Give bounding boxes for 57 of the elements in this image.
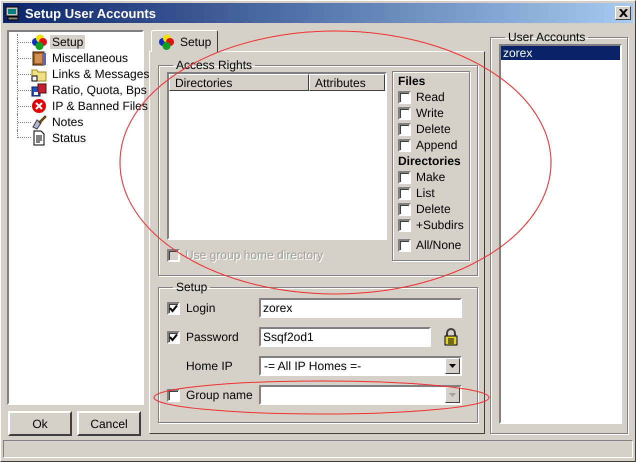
checkbox-label: Append <box>416 138 458 152</box>
checkbox[interactable] <box>398 106 411 120</box>
book-icon <box>31 50 47 66</box>
tree-item[interactable]: Status <box>50 131 88 145</box>
window-title: Setup User Accounts <box>25 6 157 20</box>
error-icon <box>31 98 47 114</box>
checkbox-label: List <box>416 186 435 200</box>
checkbox[interactable] <box>167 302 180 314</box>
pen-icon <box>31 114 47 130</box>
checkbox[interactable] <box>398 202 411 216</box>
checkbox[interactable] <box>398 122 411 136</box>
ok-button[interactable]: Ok <box>8 411 72 436</box>
field-label: Group name <box>186 388 253 402</box>
checkbox[interactable] <box>398 138 411 152</box>
tree-item[interactable]: Notes <box>50 115 86 129</box>
checkbox-label: Make <box>416 170 446 184</box>
checkbox-label: Delete <box>416 202 451 216</box>
checkbox-label: +Subdirs <box>416 218 464 232</box>
tree-item[interactable]: Setup <box>50 35 86 49</box>
field-label: Login <box>186 301 216 315</box>
lock-icon <box>444 328 458 346</box>
caret-icon <box>449 364 456 368</box>
cancel-button[interactable]: Cancel <box>77 411 141 436</box>
checkbox[interactable] <box>398 90 411 104</box>
checkbox[interactable] <box>398 238 411 252</box>
document-icon <box>31 130 47 146</box>
checkbox-label: Read <box>416 90 445 104</box>
checkbox[interactable] <box>398 186 411 200</box>
checkbox-label: Write <box>416 106 444 120</box>
field-label: Password <box>186 330 239 344</box>
checkbox-label: All/None <box>416 238 462 252</box>
text-field[interactable]: zorex <box>259 298 462 318</box>
checkbox-label: Delete <box>416 122 451 136</box>
close-icon <box>618 9 628 17</box>
disks-icon <box>31 82 47 98</box>
list-item[interactable]: zorex <box>501 46 620 60</box>
setup-icon <box>158 34 174 50</box>
field-label: Home IP <box>186 359 233 373</box>
tab[interactable]: Setup <box>151 30 218 52</box>
dropdown[interactable]: -= All IP Homes =- <box>259 356 462 376</box>
setup-icon <box>31 34 47 50</box>
section-title: Files <box>398 73 426 89</box>
tree-item[interactable]: Links & Messages <box>50 67 152 81</box>
group-title: Setup <box>175 280 208 294</box>
close-button[interactable] <box>615 6 631 20</box>
tree-item[interactable]: Ratio, Quota, Bps <box>50 83 149 97</box>
tree-item[interactable]: Miscellaneous <box>50 51 130 65</box>
checkbox[interactable] <box>398 170 411 184</box>
computer-icon <box>5 5 21 21</box>
group-title: User Accounts <box>507 30 586 44</box>
checkbox[interactable] <box>167 330 180 344</box>
caret-icon <box>449 393 456 397</box>
column-header[interactable]: Directories <box>169 74 309 91</box>
column-header[interactable]: Attributes <box>309 74 385 91</box>
checkbox[interactable] <box>398 218 411 232</box>
text-field[interactable]: Ssqf2od1 <box>259 327 431 347</box>
section-title: Directories <box>398 153 462 169</box>
